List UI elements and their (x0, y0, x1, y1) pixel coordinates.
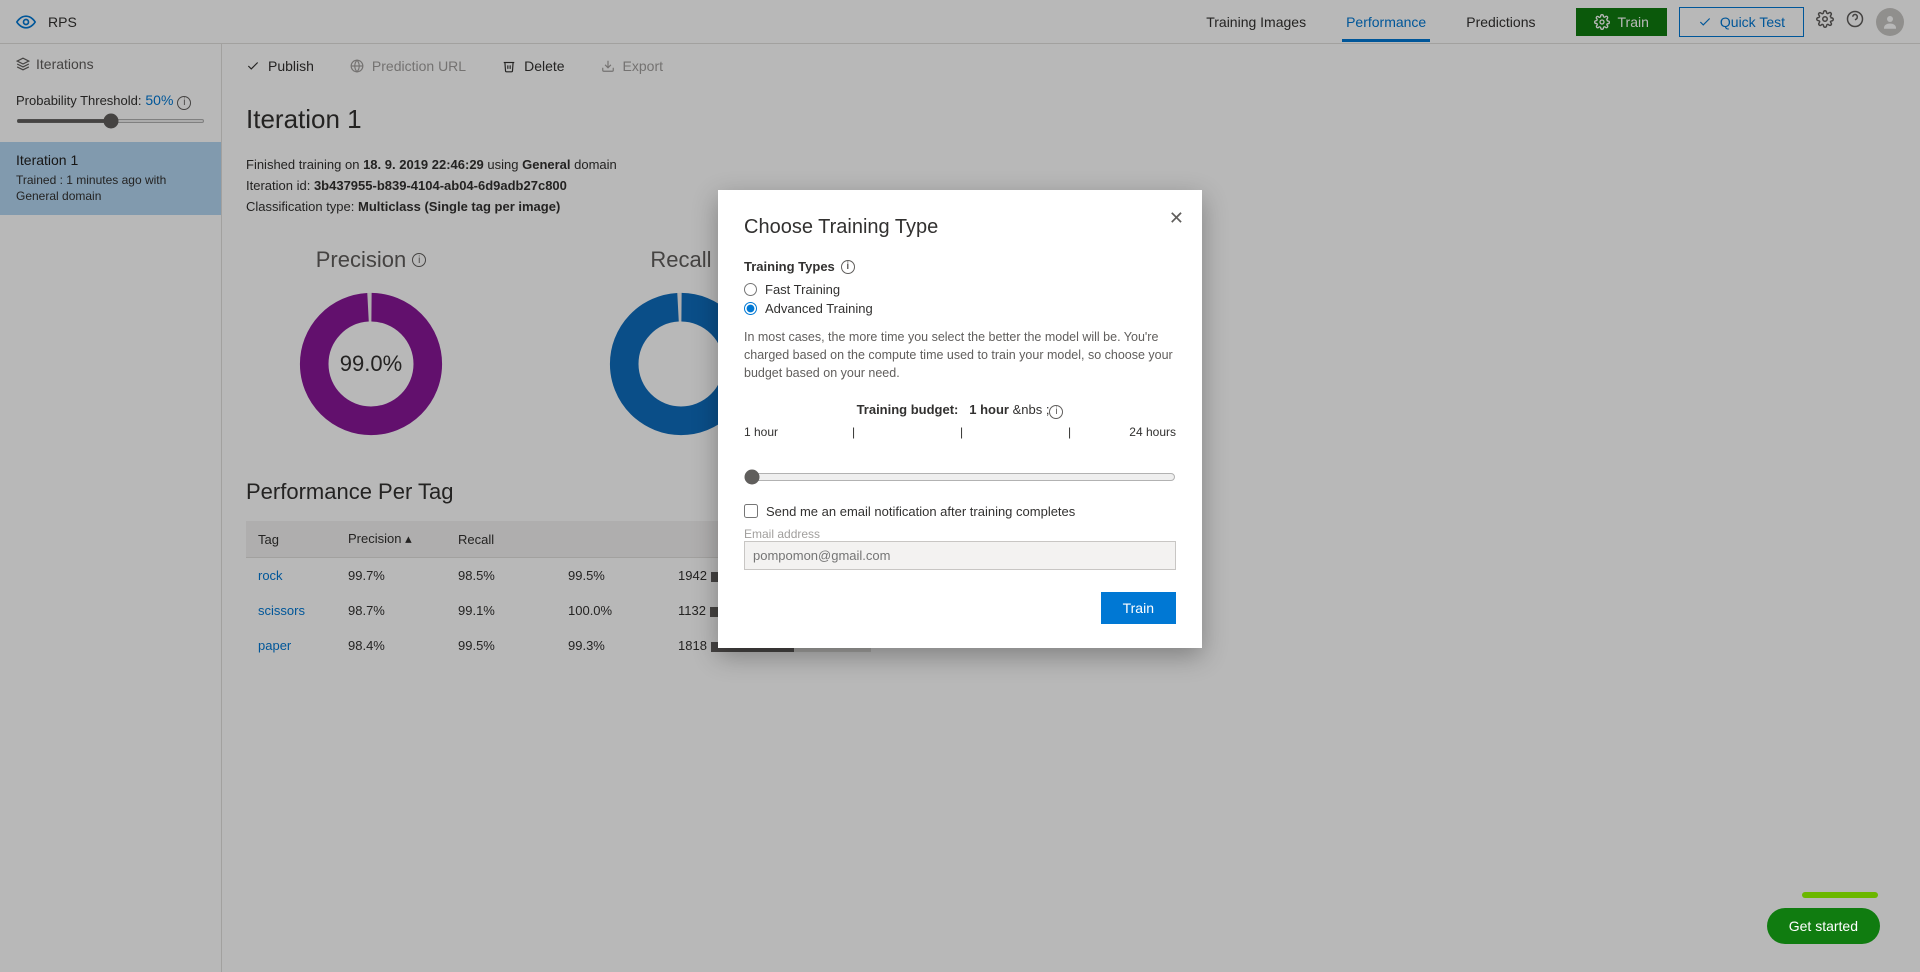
get-started-button[interactable]: Get started (1767, 908, 1880, 944)
modal-overlay[interactable]: ✕ Choose Training Type Training Types i F… (0, 0, 1920, 972)
radio-advanced[interactable]: Advanced Training (744, 301, 1176, 316)
modal-train-button[interactable]: Train (1101, 592, 1176, 624)
budget-title: Training budget: 1 hour &nbs ;i (744, 402, 1176, 419)
progress-indicator (1802, 892, 1878, 898)
email-checkbox[interactable]: Send me an email notification after trai… (744, 504, 1176, 519)
radio-fast[interactable]: Fast Training (744, 282, 1176, 297)
budget-scale: 1 hour | | | 24 hours (744, 425, 1176, 455)
email-input[interactable] (744, 541, 1176, 570)
training-types-label: Training Types (744, 259, 835, 274)
modal-title: Choose Training Type (744, 216, 1176, 239)
email-label: Email address (744, 527, 1176, 541)
close-icon[interactable]: ✕ (1169, 208, 1184, 229)
info-icon[interactable]: i (1049, 405, 1063, 419)
training-type-modal: ✕ Choose Training Type Training Types i F… (718, 190, 1202, 648)
budget-slider[interactable] (744, 469, 1176, 485)
info-icon[interactable]: i (841, 260, 855, 274)
help-text: In most cases, the more time you select … (744, 328, 1176, 382)
